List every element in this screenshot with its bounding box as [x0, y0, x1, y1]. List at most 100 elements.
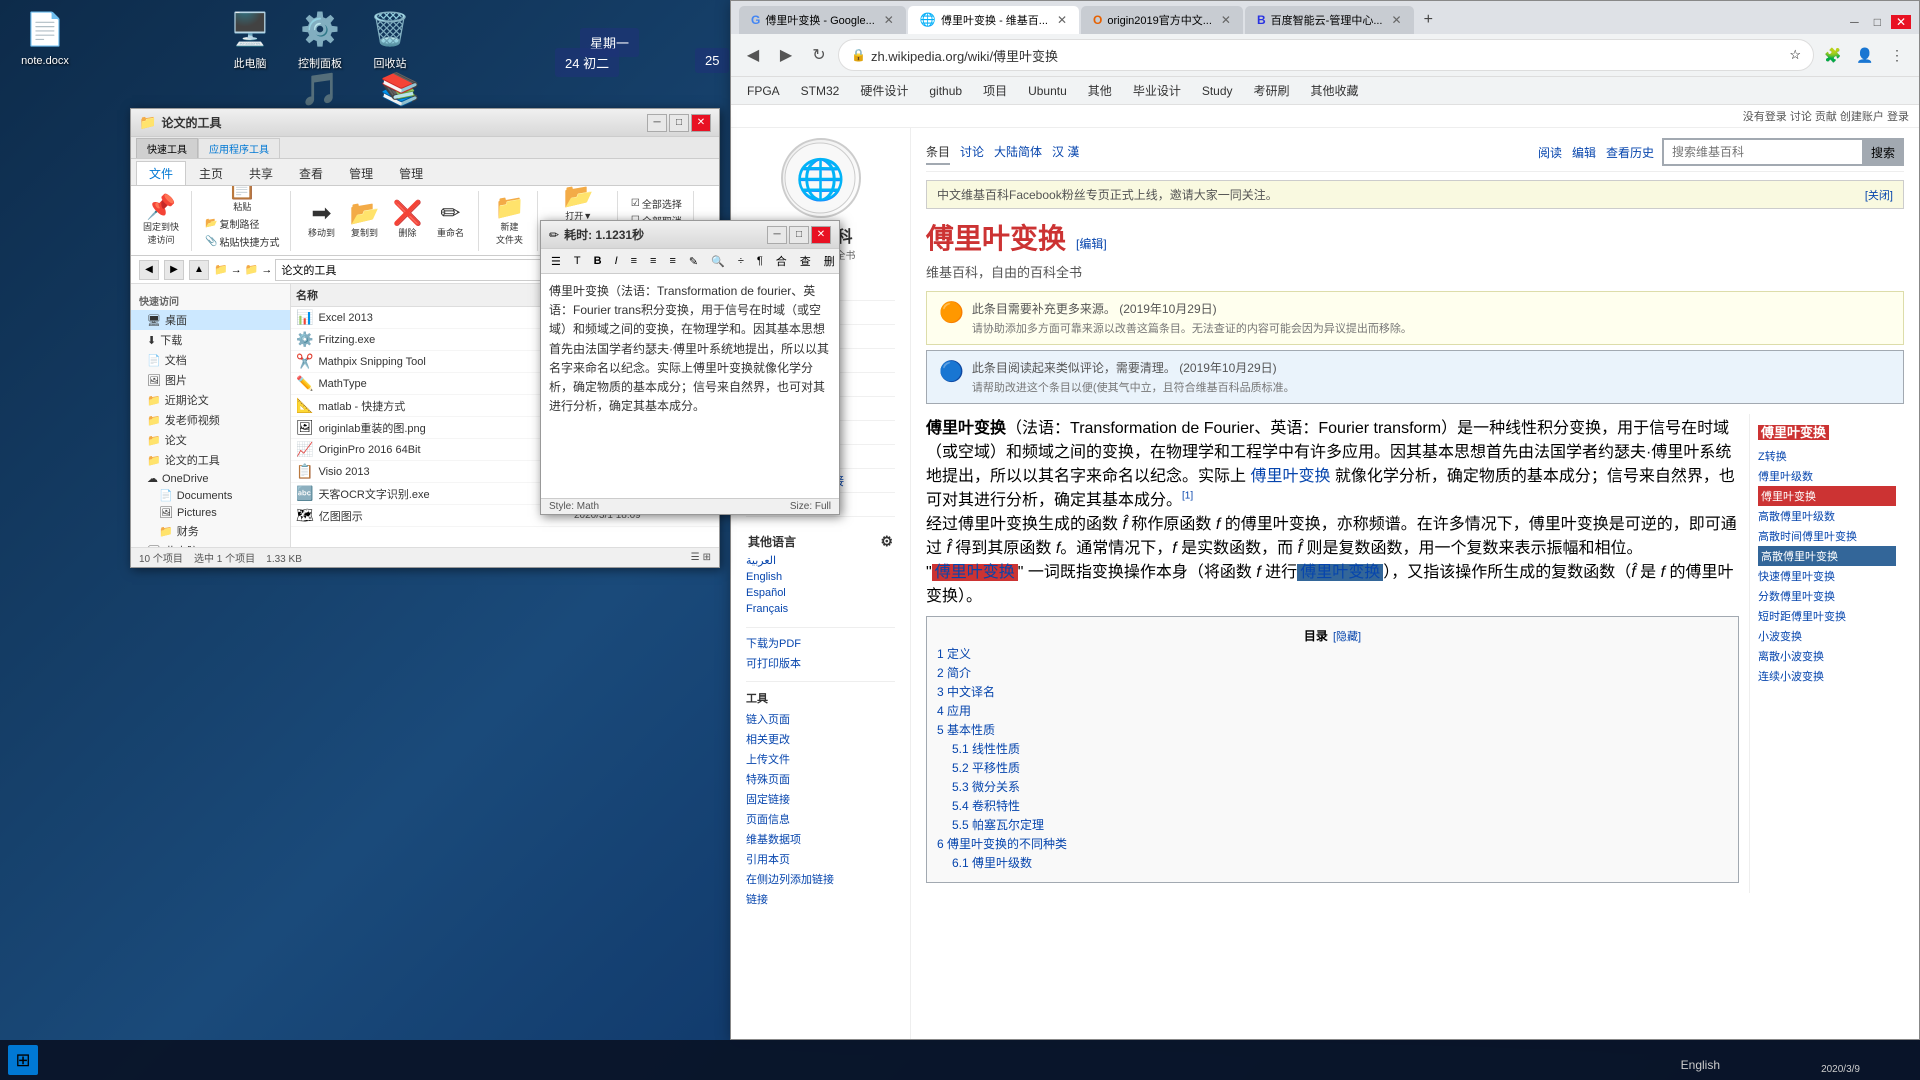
right-link-2[interactable]: 傅里叶变换: [1758, 486, 1896, 506]
toc-item-2[interactable]: 2 简介: [937, 663, 1728, 682]
tab-discuss[interactable]: 讨论: [960, 140, 984, 165]
toc-item-5-1[interactable]: 5.1 线性性质: [937, 739, 1728, 758]
browser-tab-origin[interactable]: O origin2019官方中文... ✕: [1081, 6, 1243, 34]
te-para-button[interactable]: ¶: [752, 253, 768, 269]
minimize-button[interactable]: ─: [647, 114, 667, 132]
sidebar-item-desktop[interactable]: 🖥 桌面: [131, 310, 290, 330]
fourier-link-3[interactable]: 傅里叶变换: [1297, 564, 1383, 581]
new-tab-button[interactable]: +: [1416, 6, 1441, 34]
right-link-9[interactable]: 小波变换: [1758, 626, 1896, 646]
sidebar-link-4[interactable]: 特殊页面: [746, 769, 895, 789]
fourier-link-2[interactable]: 傅里叶变换: [932, 564, 1018, 581]
right-link-7[interactable]: 分数傅里叶变换: [1758, 586, 1896, 606]
browser-minimize[interactable]: ─: [1845, 15, 1864, 29]
bm-fpga[interactable]: FPGA: [739, 82, 788, 100]
sidebar-item-thesis[interactable]: 📁 近期论文: [131, 390, 290, 410]
right-link-0[interactable]: Z转换: [1758, 446, 1896, 466]
right-link-3[interactable]: 高散傅里叶级数: [1758, 506, 1896, 526]
te-close-button[interactable]: ✕: [811, 226, 831, 244]
bm-others[interactable]: 其他收藏: [1303, 80, 1367, 101]
wiki-search-button[interactable]: 搜索: [1863, 139, 1903, 165]
pin-button[interactable]: 📌 固定到快速访问: [139, 194, 183, 248]
toc-item-6[interactable]: 6 傅里叶变换的不同种类: [937, 834, 1728, 853]
paste-button[interactable]: 📋 粘贴: [222, 186, 262, 215]
ribbon-tab-manage1[interactable]: 管理: [336, 161, 386, 185]
te-list-button[interactable]: ≡: [664, 253, 680, 269]
bm-hardware[interactable]: 硬件设计: [852, 80, 916, 101]
sidebar-item-onedocs[interactable]: 📄 Documents: [131, 487, 290, 504]
list-view-button[interactable]: ☰: [691, 552, 700, 563]
te-search-button[interactable]: 🔍: [706, 253, 730, 270]
sidebar-link-1[interactable]: 链入页面: [746, 709, 895, 729]
sidebar-link-6[interactable]: 页面信息: [746, 809, 895, 829]
te-minimize-button[interactable]: ─: [767, 226, 787, 244]
te-align-button[interactable]: ≡: [626, 253, 642, 269]
maximize-button[interactable]: □: [669, 114, 689, 132]
desktop-icon-controlpanel[interactable]: ⚙️ 控制面板: [290, 5, 350, 71]
move-to-button[interactable]: ➡ 移动到: [301, 200, 341, 241]
right-link-5[interactable]: 高散傅里叶变换: [1758, 546, 1896, 566]
desktop-icon-note[interactable]: 📄 note.docx: [5, 5, 85, 67]
sidebar-item-onepics[interactable]: 🖼 Pictures: [131, 504, 290, 521]
toc-item-5-5[interactable]: 5.5 帕塞瓦尔定理: [937, 815, 1728, 834]
te-menu-button[interactable]: ☰: [546, 253, 566, 270]
text-editor-content[interactable]: 傅里叶变换（法语：Transformation de fourier、英语：Fo…: [541, 274, 839, 498]
refresh-button[interactable]: ↻: [805, 41, 833, 69]
sidebar-link-5[interactable]: 固定链接: [746, 789, 895, 809]
te-edit-button[interactable]: ✎: [684, 253, 703, 270]
desktop-icon-mypc[interactable]: 🖥️ 此电脑: [220, 5, 280, 71]
new-folder-button[interactable]: 📁 新建文件夹: [489, 194, 529, 248]
te-div-button[interactable]: ÷: [733, 253, 749, 269]
forward-nav-button[interactable]: ▶: [772, 41, 800, 69]
bm-study[interactable]: Study: [1194, 82, 1241, 100]
wiki-edit-link[interactable]: [编辑]: [1076, 235, 1107, 252]
toc-item-4[interactable]: 4 应用: [937, 701, 1728, 720]
toc-item-5-4[interactable]: 5.4 卷积特性: [937, 796, 1728, 815]
bookmark-star[interactable]: ☆: [1789, 47, 1801, 63]
close-button[interactable]: ✕: [691, 114, 711, 132]
te-check-button[interactable]: 查: [795, 251, 816, 271]
sidebar-link-2[interactable]: 相关更改: [746, 729, 895, 749]
sidebar-item-onedrive[interactable]: ☁ OneDrive: [131, 470, 290, 487]
right-link-6[interactable]: 快速傅里叶变换: [1758, 566, 1896, 586]
back-button[interactable]: ◀: [139, 260, 159, 280]
quick-tools-tab[interactable]: 快速工具: [136, 138, 198, 158]
te-italic-button[interactable]: I: [610, 253, 623, 269]
sidebar-item-tools[interactable]: 📁 论文的工具: [131, 450, 290, 470]
bm-stm32[interactable]: STM32: [793, 82, 848, 100]
settings-button[interactable]: ⋮: [1883, 41, 1911, 69]
tab-simplified[interactable]: 大陆简体: [994, 140, 1042, 165]
wiki-search-input[interactable]: [1663, 139, 1863, 165]
fourier-link-1[interactable]: 傅里叶变换: [1250, 468, 1330, 485]
banner-close[interactable]: [关闭]: [1865, 187, 1893, 203]
copy-path-button[interactable]: 📂 复制路径: [202, 215, 282, 232]
rename-button[interactable]: ✏ 重命名: [430, 200, 470, 241]
sidebar-link-9[interactable]: 在侧边列添加链接: [746, 869, 895, 889]
up-button[interactable]: ▲: [189, 260, 209, 280]
right-link-1[interactable]: 傅里叶级数: [1758, 466, 1896, 486]
bm-thesis[interactable]: 毕业设计: [1125, 80, 1189, 101]
paste-path-button[interactable]: 📎 粘贴快捷方式: [202, 233, 282, 250]
print-button[interactable]: 可打印版本: [746, 653, 895, 673]
te-indent-button[interactable]: ≡: [645, 253, 661, 269]
lang-spanish[interactable]: Español: [746, 585, 895, 601]
back-nav-button[interactable]: ◀: [739, 41, 767, 69]
right-link-8[interactable]: 短时距傅里叶变换: [1758, 606, 1896, 626]
browser-tab-google[interactable]: G 傅里叶变换 - Google... ✕: [739, 6, 906, 34]
toc-toggle[interactable]: [隐藏]: [1333, 628, 1361, 644]
browser-tab-wiki[interactable]: 🌐 傅里叶变换 - 维基百... ✕: [908, 6, 1079, 34]
lang-arabic[interactable]: العربية: [746, 552, 895, 569]
sidebar-item-videos[interactable]: 📁 发老师视频: [131, 410, 290, 430]
toc-item-1[interactable]: 1 定义: [937, 644, 1728, 663]
browser-maximize[interactable]: □: [1869, 15, 1886, 29]
bm-github[interactable]: github: [921, 82, 970, 100]
tab-edit[interactable]: 编辑: [1572, 141, 1596, 164]
toc-item-5[interactable]: 5 基本性质: [937, 720, 1728, 739]
lang-english[interactable]: English: [746, 569, 895, 585]
start-button[interactable]: ⊞: [8, 1045, 38, 1075]
sidebar-link-8[interactable]: 引用本页: [746, 849, 895, 869]
open-button[interactable]: 📂 打开▼: [559, 186, 599, 224]
origin-tab-close[interactable]: ✕: [1221, 13, 1231, 27]
sidebar-item-downloads[interactable]: ⬇ 下载: [131, 330, 290, 350]
tab-article[interactable]: 条目: [926, 140, 950, 165]
